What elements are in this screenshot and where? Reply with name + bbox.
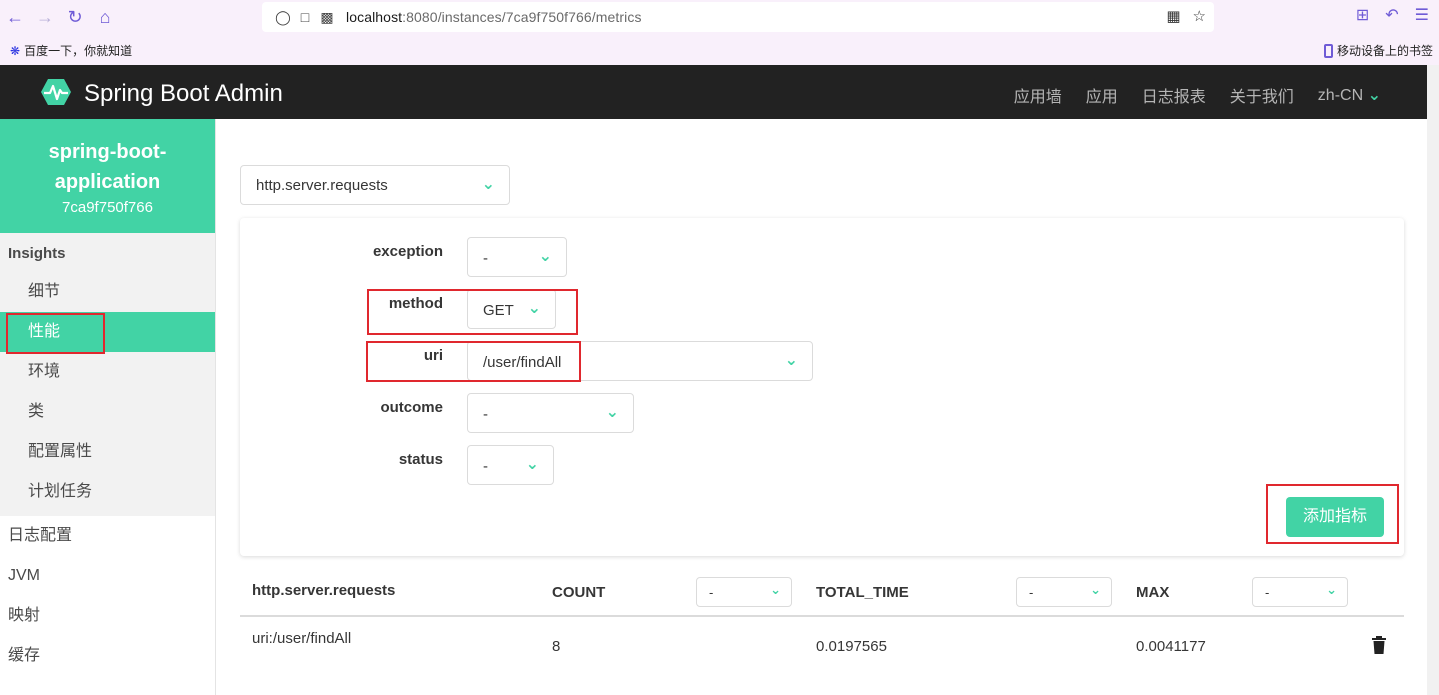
page-scrollbar[interactable] bbox=[1427, 65, 1439, 695]
insights-group-title[interactable]: Insights bbox=[0, 233, 215, 272]
chevron-down-icon: ⌄ bbox=[538, 248, 552, 265]
table-header-divider bbox=[240, 615, 1404, 617]
sidebar-item-beans[interactable]: 类 bbox=[0, 392, 215, 432]
nav-about[interactable]: 关于我们 bbox=[1230, 83, 1294, 107]
metric-tags-card bbox=[240, 218, 1404, 556]
count-unit-select[interactable]: - ⌄ bbox=[696, 577, 792, 607]
highlight-box-metrics bbox=[6, 313, 105, 354]
browser-toolbar: ← → ↻ ⌂ ◯ □ ▩ localhost:8080/instances/7… bbox=[0, 0, 1439, 34]
row-label: uri:/user/findAll bbox=[252, 630, 352, 647]
nav-wallboard[interactable]: 应用墙 bbox=[1014, 83, 1062, 107]
permissions-icon: ▩ bbox=[320, 8, 334, 25]
qr-code-icon[interactable]: ▦ bbox=[1166, 7, 1180, 25]
language-selector[interactable]: zh-CN ⌄ bbox=[1318, 85, 1381, 105]
url-text: localhost:8080/instances/7ca9f750f766/me… bbox=[346, 9, 642, 25]
chevron-down-icon: ⌄ bbox=[481, 176, 495, 193]
home-icon[interactable]: ⌂ bbox=[90, 2, 120, 32]
forward-icon[interactable]: → bbox=[30, 2, 60, 32]
bookmark-baidu[interactable]: ❋ 百度一下，你就知道 bbox=[10, 42, 132, 59]
baidu-paw-icon: ❋ bbox=[10, 43, 21, 58]
chevron-down-icon: ⌄ bbox=[784, 352, 798, 369]
metric-select[interactable]: http.server.requests ⌄ bbox=[240, 165, 510, 205]
spring-boot-admin-logo-icon[interactable] bbox=[40, 78, 72, 106]
address-bar[interactable]: ◯ □ ▩ localhost:8080/instances/7ca9f750f… bbox=[262, 2, 1214, 32]
chevron-down-icon: ⌄ bbox=[770, 582, 781, 597]
instance-name: spring-boot-application bbox=[48, 141, 167, 193]
table-title: http.server.requests bbox=[252, 582, 396, 599]
screenshot-icon[interactable]: ⊞ bbox=[1356, 5, 1369, 25]
back-icon[interactable]: ← bbox=[0, 2, 30, 32]
column-max: MAX bbox=[1136, 584, 1170, 601]
tag-label-outcome: outcome bbox=[380, 399, 443, 416]
insights-group: Insights 细节 性能 环境 类 配置属性 计划任务 bbox=[0, 233, 215, 516]
sidebar-item-loggers[interactable]: 日志配置 bbox=[0, 516, 215, 556]
chevron-down-icon: ⌄ bbox=[1367, 87, 1381, 104]
trash-icon[interactable] bbox=[1371, 636, 1387, 654]
sidebar-item-mappings[interactable]: 映射 bbox=[0, 596, 215, 636]
mobile-device-icon bbox=[1323, 43, 1333, 58]
highlight-box-add-button bbox=[1266, 484, 1399, 544]
sidebar-item-details[interactable]: 细节 bbox=[0, 272, 215, 312]
row-total-time: 0.0197565 bbox=[816, 638, 887, 655]
shield-icon: ◯ bbox=[275, 8, 291, 25]
row-max: 0.0041177 bbox=[1136, 638, 1206, 655]
chevron-down-icon: ⌄ bbox=[1326, 582, 1337, 597]
chevron-down-icon: ⌄ bbox=[605, 404, 619, 421]
chevron-down-icon: ⌄ bbox=[1090, 582, 1101, 597]
outcome-select[interactable]: - ⌄ bbox=[467, 393, 634, 433]
tag-label-status: status bbox=[398, 451, 443, 468]
nav-journal[interactable]: 日志报表 bbox=[1142, 83, 1206, 107]
menu-icon[interactable]: ☰ bbox=[1415, 5, 1429, 25]
sidebar-item-scheduled-tasks[interactable]: 计划任务 bbox=[0, 472, 215, 512]
page-icon: □ bbox=[300, 9, 310, 25]
row-count: 8 bbox=[552, 638, 561, 655]
column-count: COUNT bbox=[552, 584, 606, 601]
sidebar: spring-boot-application 7ca9f750f766 Ins… bbox=[0, 119, 216, 695]
max-unit-select[interactable]: - ⌄ bbox=[1252, 577, 1348, 607]
app-header: Spring Boot Admin 应用墙 应用 日志报表 关于我们 zh-CN… bbox=[0, 65, 1427, 119]
bookmark-mobile[interactable]: 移动设备上的书签 bbox=[1323, 42, 1433, 59]
sidebar-item-environment[interactable]: 环境 bbox=[0, 352, 215, 392]
reload-icon[interactable]: ↻ bbox=[60, 2, 90, 32]
undo-icon[interactable]: ↶ bbox=[1385, 5, 1398, 25]
bookmark-star-icon[interactable]: ☆ bbox=[1193, 7, 1206, 25]
status-select[interactable]: - ⌄ bbox=[467, 445, 554, 485]
instance-id: 7ca9f750f766 bbox=[62, 199, 153, 216]
nav-applications[interactable]: 应用 bbox=[1086, 83, 1118, 107]
total-time-unit-select[interactable]: - ⌄ bbox=[1016, 577, 1112, 607]
bookmarks-bar: ❋ 百度一下，你就知道 移动设备上的书签 bbox=[0, 34, 1439, 65]
sidebar-item-caches[interactable]: 缓存 bbox=[0, 636, 215, 676]
exception-select[interactable]: - ⌄ bbox=[467, 237, 567, 277]
chevron-down-icon: ⌄ bbox=[525, 456, 539, 473]
brand-title[interactable]: Spring Boot Admin bbox=[84, 80, 283, 108]
highlight-box-uri bbox=[366, 341, 581, 382]
instance-header: spring-boot-application 7ca9f750f766 bbox=[0, 119, 215, 233]
sidebar-item-configprops[interactable]: 配置属性 bbox=[0, 432, 215, 472]
highlight-box-method bbox=[367, 289, 578, 335]
tag-label-exception: exception bbox=[372, 243, 443, 260]
sidebar-item-jvm[interactable]: JVM bbox=[0, 556, 215, 596]
top-navigation: 应用墙 应用 日志报表 关于我们 zh-CN ⌄ bbox=[1014, 83, 1381, 107]
column-total-time: TOTAL_TIME bbox=[816, 584, 909, 601]
